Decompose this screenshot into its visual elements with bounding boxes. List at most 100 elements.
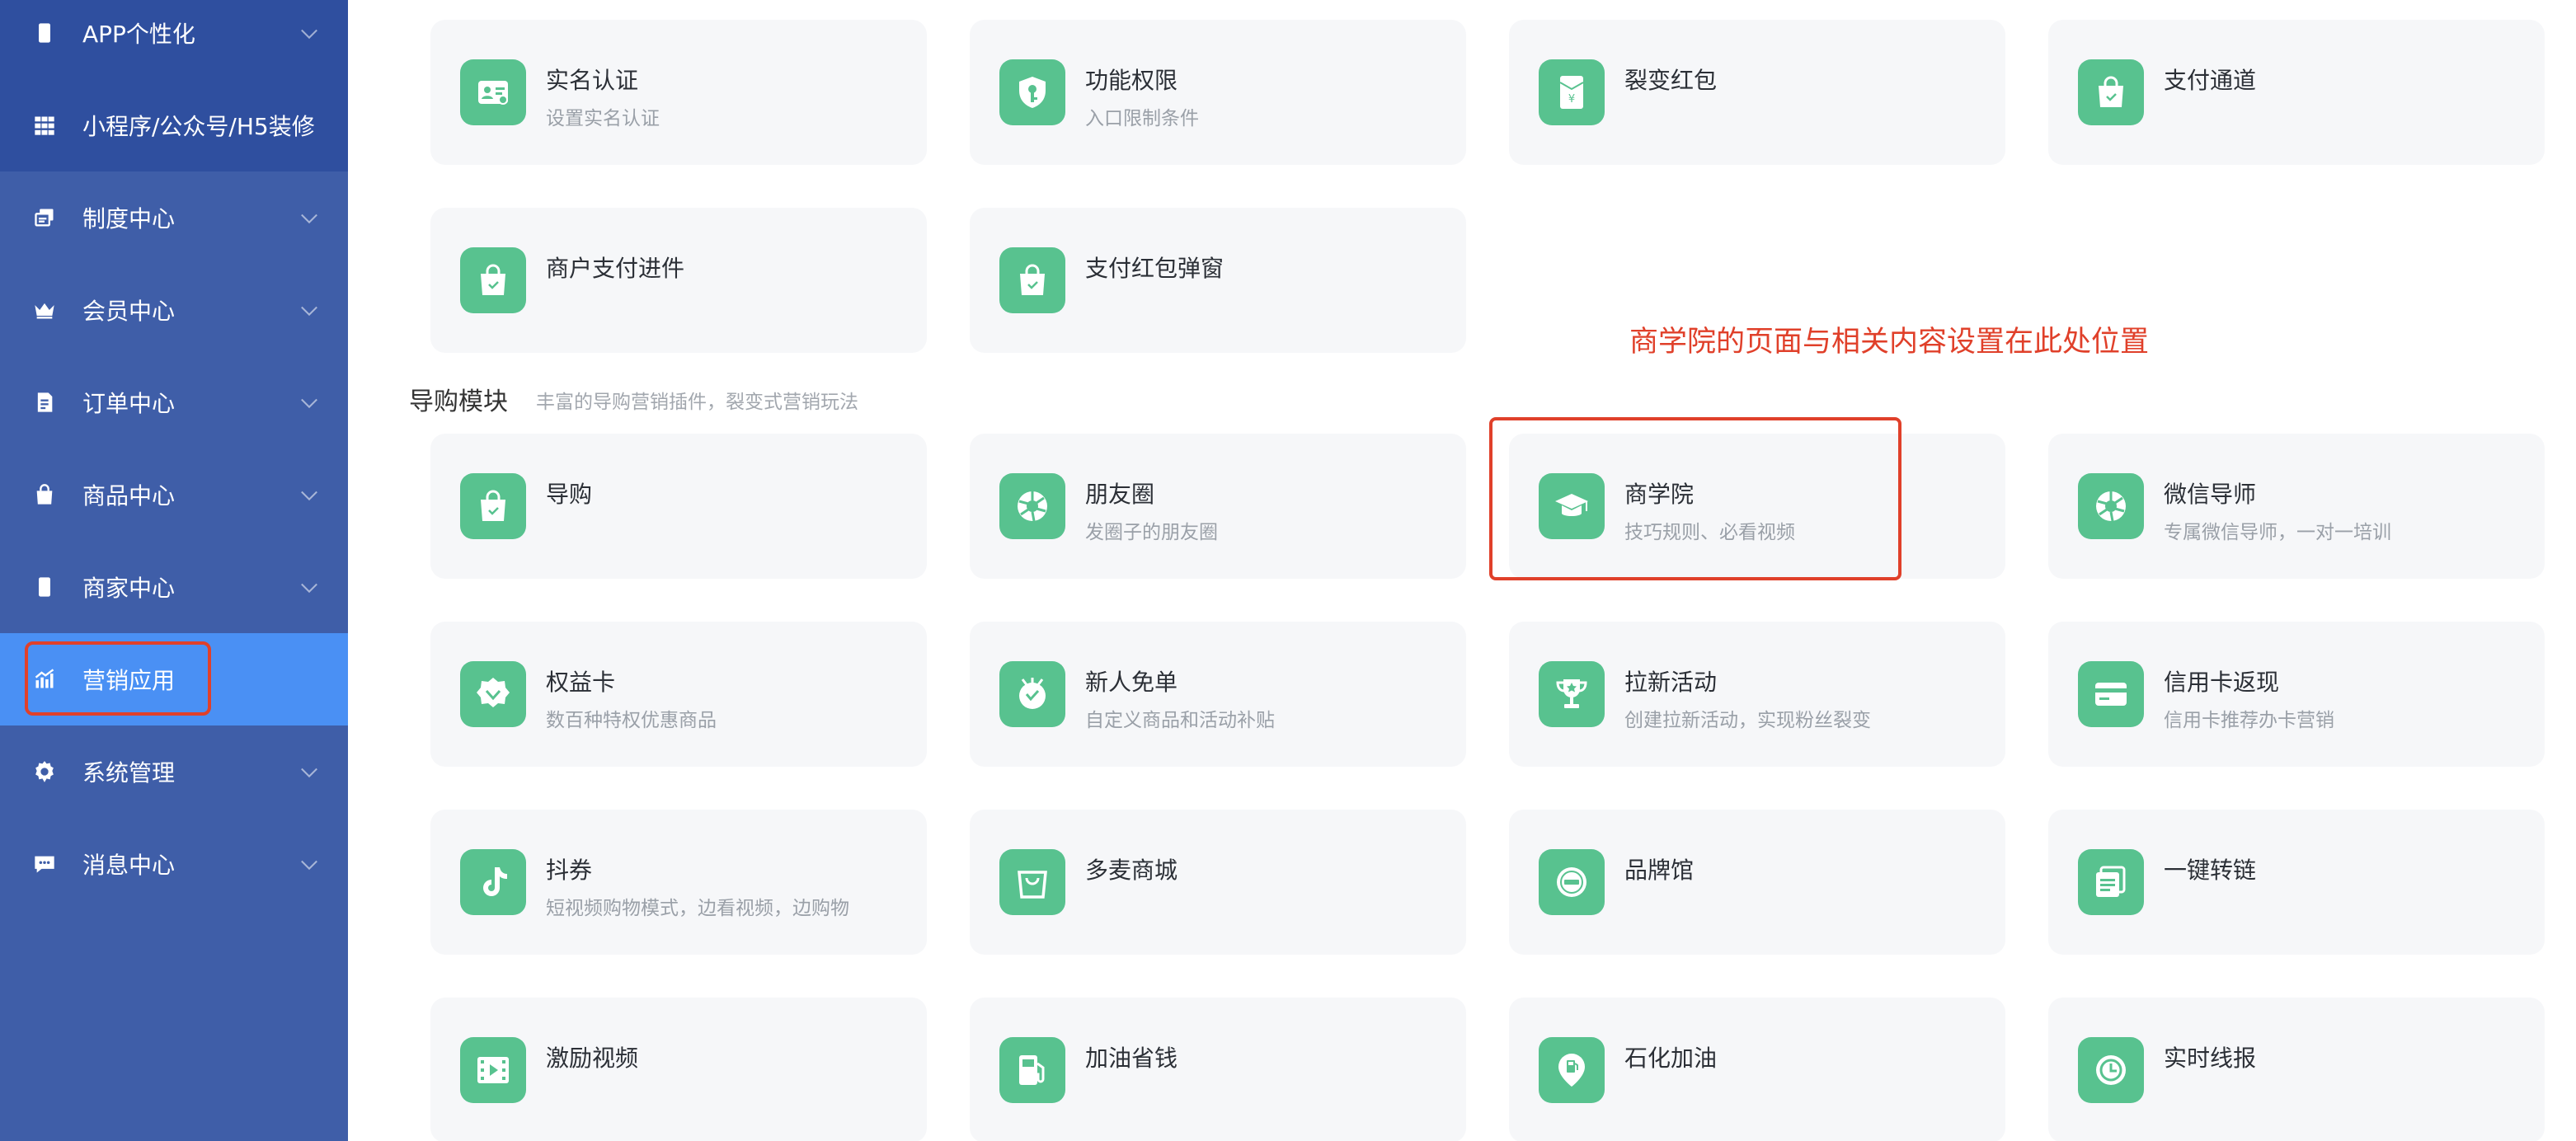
chevron-down-icon bbox=[301, 22, 317, 40]
credit-card-icon bbox=[2078, 661, 2144, 727]
crown-icon bbox=[33, 298, 56, 322]
card-title: 一键转链 bbox=[2164, 857, 2257, 884]
card-title: 拉新活动 bbox=[1624, 669, 1718, 696]
sidebar-item-marketing-apps[interactable]: 营销应用 bbox=[0, 633, 348, 725]
shopping-bag-icon bbox=[33, 483, 56, 506]
chat-bubble-icon bbox=[33, 852, 56, 876]
sidebar-item-system-center[interactable]: 制度中心 bbox=[0, 171, 348, 264]
chart-bars-icon bbox=[33, 668, 56, 691]
card-benefit-card[interactable]: 权益卡 数百种特权优惠商品 bbox=[430, 622, 927, 767]
sidebar-item-label: 商品中心 bbox=[82, 482, 176, 509]
card-payment-channel[interactable]: 支付通道 bbox=[2048, 20, 2545, 165]
card-desc: 信用卡推荐办卡营销 bbox=[2164, 710, 2334, 731]
card-title: 信用卡返现 bbox=[2164, 669, 2280, 696]
card-title: 实时线报 bbox=[2164, 1045, 2257, 1072]
sidebar-item-miniprogram-decoration[interactable]: 小程序/公众号/H5装修 bbox=[0, 79, 348, 171]
card-merchant-onboarding[interactable]: 商户支付进件 bbox=[430, 208, 927, 353]
shopping-bag-icon bbox=[2078, 59, 2144, 125]
sidebar-item-app-personalization[interactable]: APP个性化 bbox=[0, 0, 348, 79]
card-payment-red-envelope-popup[interactable]: 支付红包弹窗 bbox=[970, 208, 1466, 353]
card-title: 支付通道 bbox=[2164, 67, 2257, 94]
card-title: 权益卡 bbox=[546, 669, 616, 696]
sidebar-item-label: 订单中心 bbox=[82, 390, 176, 417]
clock-icon bbox=[2078, 1037, 2144, 1103]
annotation-text: 商学院的页面与相关内容设置在此处位置 bbox=[1629, 326, 2150, 359]
card-shopping-guide[interactable]: 导购 bbox=[430, 434, 927, 579]
sidebar-item-label: 商家中心 bbox=[82, 575, 176, 602]
card-business-school[interactable]: 商学院 技巧规则、必看视频 bbox=[1509, 434, 2005, 579]
shopping-bag-icon bbox=[460, 247, 526, 313]
fuel-pin-icon bbox=[1539, 1037, 1605, 1103]
card-desc: 专属微信导师，一对一培训 bbox=[2164, 522, 2391, 543]
card-brand-hall[interactable]: 品牌馆 bbox=[1509, 810, 2005, 955]
section-desc: 丰富的导购营销插件，裂变式营销玩法 bbox=[536, 392, 858, 413]
card-douyin-coupon[interactable]: 抖券 短视频购物模式，边看视频，边购物 bbox=[430, 810, 927, 955]
id-card-icon bbox=[460, 59, 526, 125]
card-title: 品牌馆 bbox=[1624, 857, 1695, 884]
phone-icon bbox=[33, 21, 56, 45]
sidebar-item-system-management[interactable]: 系统管理 bbox=[0, 725, 348, 818]
card-credit-card-cashback[interactable]: 信用卡返现 信用卡推荐办卡营销 bbox=[2048, 622, 2545, 767]
red-envelope-icon: ¥ bbox=[1539, 59, 1605, 125]
sidebar-item-label: 营销应用 bbox=[82, 667, 176, 694]
card-desc: 技巧规则、必看视频 bbox=[1624, 522, 1795, 543]
sidebar: APP个性化 小程序/公众号/H5装修 制度中心 会员中心 订单中心 商品中心 bbox=[0, 0, 348, 1141]
card-realtime-alerts[interactable]: 实时线报 bbox=[2048, 998, 2545, 1141]
card-wechat-mentor[interactable]: 微信导师 专属微信导师，一对一培训 bbox=[2048, 434, 2545, 579]
card-new-user-campaign[interactable]: 拉新活动 创建拉新活动，实现粉丝裂变 bbox=[1509, 622, 2005, 767]
card-feature-permissions[interactable]: 功能权限 入口限制条件 bbox=[970, 20, 1466, 165]
card-title: 朋友圈 bbox=[1085, 481, 1155, 508]
sidebar-item-label: 会员中心 bbox=[82, 298, 176, 325]
sidebar-item-label: 小程序/公众号/H5装修 bbox=[82, 113, 315, 140]
music-note-icon bbox=[460, 849, 526, 915]
merchant-phone-icon bbox=[33, 575, 56, 599]
chevron-down-icon bbox=[301, 576, 317, 594]
card-real-name-auth[interactable]: 实名认证 设置实名认证 bbox=[430, 20, 927, 165]
sidebar-item-message-center[interactable]: 消息中心 bbox=[0, 818, 348, 910]
badge-check-icon bbox=[460, 661, 526, 727]
sidebar-item-order-center[interactable]: 订单中心 bbox=[0, 356, 348, 448]
card-desc: 短视频购物模式，边看视频，边购物 bbox=[546, 898, 849, 919]
order-doc-icon bbox=[33, 391, 56, 414]
graduation-cap-icon bbox=[1539, 473, 1605, 539]
trophy-icon bbox=[1539, 661, 1605, 727]
section-title: 导购模块 bbox=[409, 387, 508, 416]
card-title: 加油省钱 bbox=[1085, 1045, 1178, 1072]
card-title: 支付红包弹窗 bbox=[1085, 255, 1225, 282]
card-title: 商户支付进件 bbox=[546, 255, 685, 282]
card-one-click-link[interactable]: 一键转链 bbox=[2048, 810, 2545, 955]
shopping-bag-icon bbox=[460, 473, 526, 539]
shopping-bag-icon bbox=[999, 247, 1065, 313]
card-incentive-video[interactable]: 激励视频 bbox=[430, 998, 927, 1141]
card-duomai-mall[interactable]: 多麦商城 bbox=[970, 810, 1466, 955]
card-desc: 入口限制条件 bbox=[1085, 108, 1199, 129]
bag-outline-icon bbox=[999, 849, 1065, 915]
sidebar-item-label: 消息中心 bbox=[82, 852, 176, 879]
card-moments[interactable]: 朋友圈 发圈子的朋友圈 bbox=[970, 434, 1466, 579]
card-sinopec-fuel[interactable]: 石化加油 bbox=[1509, 998, 2005, 1141]
card-newcomer-free-order[interactable]: 新人免单 自定义商品和活动补贴 bbox=[970, 622, 1466, 767]
grid-icon bbox=[33, 114, 56, 137]
gear-icon bbox=[33, 760, 56, 783]
aperture-icon bbox=[2078, 473, 2144, 539]
card-title: 多麦商城 bbox=[1085, 857, 1178, 884]
sidebar-item-product-center[interactable]: 商品中心 bbox=[0, 448, 348, 541]
card-title: 商学院 bbox=[1624, 481, 1695, 508]
card-title: 导购 bbox=[546, 481, 593, 508]
card-fuel-savings[interactable]: 加油省钱 bbox=[970, 998, 1466, 1141]
card-fission-red-envelope[interactable]: ¥ 裂变红包 bbox=[1509, 20, 2005, 165]
shield-key-icon bbox=[999, 59, 1065, 125]
sidebar-item-merchant-center[interactable]: 商家中心 bbox=[0, 541, 348, 633]
card-title: 抖券 bbox=[546, 857, 593, 884]
card-title: 激励视频 bbox=[546, 1045, 639, 1072]
card-title: 裂变红包 bbox=[1624, 67, 1718, 94]
chevron-down-icon bbox=[301, 484, 317, 501]
sidebar-item-member-center[interactable]: 会员中心 bbox=[0, 264, 348, 356]
chevron-down-icon bbox=[301, 392, 317, 409]
aperture-icon bbox=[999, 473, 1065, 539]
card-title: 石化加油 bbox=[1624, 1045, 1718, 1072]
sidebar-item-label: 系统管理 bbox=[82, 759, 176, 786]
fuel-pump-icon bbox=[999, 1037, 1065, 1103]
card-desc: 创建拉新活动，实现粉丝裂变 bbox=[1624, 710, 1871, 731]
card-desc: 自定义商品和活动补贴 bbox=[1085, 710, 1275, 731]
